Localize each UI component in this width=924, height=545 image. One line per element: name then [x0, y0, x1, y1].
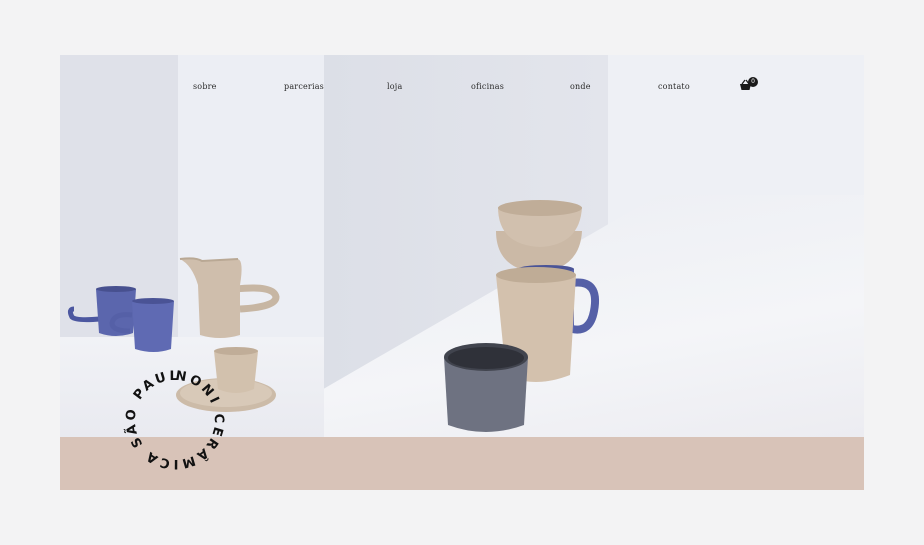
nav-contato[interactable]: contato	[658, 82, 690, 91]
grey-cup[interactable]	[440, 341, 536, 441]
nav-onde[interactable]: onde	[570, 82, 591, 91]
nav-parcerias[interactable]: parcerias	[284, 82, 324, 91]
brand-ring-logo[interactable]: NONI CERÂMICA SÃO PAULO	[115, 360, 235, 480]
brand-ring-text: NONI CERÂMICA SÃO PAULO	[115, 360, 223, 471]
svg-text:NONI CERÂMICA SÃO PAULO: NONI CERÂMICA SÃO PAULO	[115, 360, 226, 471]
blue-mug-front[interactable]	[104, 295, 176, 357]
cart-count-badge[interactable]: 0	[748, 77, 758, 87]
nav-loja[interactable]: loja	[387, 82, 402, 91]
nav-sobre[interactable]: sobre	[193, 82, 217, 91]
nav-oficinas[interactable]: oficinas	[471, 82, 504, 91]
sand-pitcher[interactable]	[178, 255, 282, 343]
hero-frame: sobre parcerias loja oficinas onde conta…	[60, 55, 864, 490]
